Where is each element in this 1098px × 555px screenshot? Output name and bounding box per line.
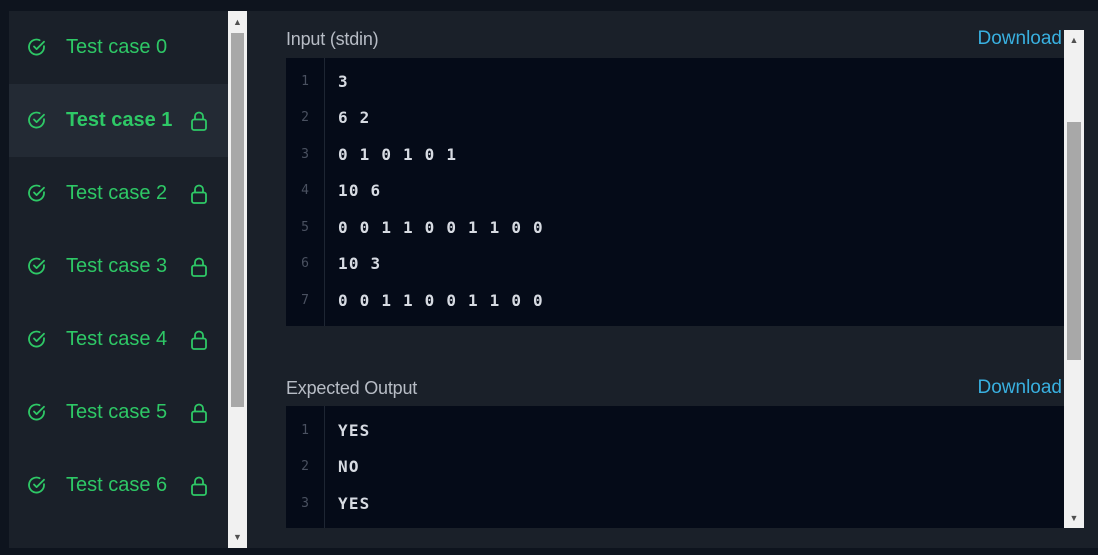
code-line: 1 3 [286, 68, 1064, 98]
check-circle-icon [28, 38, 45, 56]
code-text: YES [338, 421, 371, 440]
code-text: 0 0 1 1 0 0 1 1 0 0 [338, 291, 544, 310]
test-case-label: Test case 0 [66, 36, 168, 58]
code-line: 4 10 6 [286, 177, 1064, 207]
line-number: 6 [301, 256, 309, 271]
sidebar-scrollbar[interactable]: ▲ ▼ [228, 11, 247, 548]
code-line: 6 10 3 [286, 250, 1064, 280]
code-text: 0 0 1 1 0 0 1 1 0 0 [338, 218, 544, 237]
details-scrollbar[interactable]: ▲ ▼ [1064, 30, 1084, 528]
test-case-label: Test case 5 [66, 401, 168, 423]
expected-output-title: Expected Output [286, 378, 418, 398]
line-number: 7 [301, 293, 309, 308]
test-case-item-5[interactable]: Test case 5 [9, 376, 228, 449]
code-text: 10 3 [338, 254, 382, 273]
code-line: 3 YES [286, 490, 1064, 520]
test-case-list: Test case 0 Test case 1 Test case 2 Test… [9, 11, 228, 548]
code-line: 3 0 1 0 1 0 1 [286, 141, 1064, 171]
lock-icon [191, 476, 207, 496]
lock-icon [191, 111, 207, 131]
input-code-block: 1 3 2 6 2 3 0 1 0 1 0 1 4 10 6 5 0 0 1 1… [286, 58, 1064, 326]
check-circle-icon [28, 257, 45, 275]
test-case-label: Test case 3 [66, 255, 168, 277]
test-case-item-4[interactable]: Test case 4 [9, 303, 228, 376]
lock-icon [191, 184, 207, 204]
lock-icon [191, 403, 207, 423]
check-circle-icon [28, 111, 45, 129]
code-line: 5 0 0 1 1 0 0 1 1 0 0 [286, 214, 1064, 244]
code-text: NO [338, 457, 360, 476]
input-download-link[interactable]: Download [978, 28, 1063, 50]
code-text: YES [338, 494, 371, 513]
test-case-details: Input (stdin) Download 1 3 2 6 2 3 0 1 0… [247, 11, 1064, 548]
code-line: 7 0 0 1 1 0 0 1 1 0 0 [286, 287, 1064, 317]
input-section-title: Input (stdin) [286, 29, 379, 49]
line-number: 1 [301, 423, 309, 438]
scroll-down-arrow-icon[interactable]: ▼ [1064, 509, 1084, 527]
line-number: 1 [301, 74, 309, 89]
check-circle-icon [28, 476, 45, 494]
code-text: 10 6 [338, 181, 382, 200]
test-case-item-1[interactable]: Test case 1 [9, 84, 228, 157]
test-case-label: Test case 1 [66, 109, 173, 131]
code-line: 1 YES [286, 417, 1064, 447]
check-circle-icon [28, 330, 45, 348]
scroll-up-arrow-icon[interactable]: ▲ [1064, 31, 1084, 49]
line-number: 3 [301, 496, 309, 511]
line-number: 5 [301, 220, 309, 235]
code-text: 3 [338, 72, 349, 91]
test-case-item-3[interactable]: Test case 3 [9, 230, 228, 303]
check-circle-icon [28, 403, 45, 421]
output-download-link[interactable]: Download [978, 377, 1063, 399]
line-number: 2 [301, 110, 309, 125]
lock-icon [191, 257, 207, 277]
scrollbar-thumb[interactable] [1067, 122, 1081, 360]
test-case-item-0[interactable]: Test case 0 [9, 11, 228, 84]
check-circle-icon [28, 184, 45, 202]
output-code-block: 1 YES 2 NO 3 YES [286, 406, 1064, 528]
test-case-label: Test case 4 [66, 328, 168, 350]
code-line: 2 6 2 [286, 104, 1064, 134]
line-number: 2 [301, 459, 309, 474]
code-text: 6 2 [338, 108, 371, 127]
lock-icon [191, 330, 207, 350]
line-number: 3 [301, 147, 309, 162]
test-case-item-2[interactable]: Test case 2 [9, 157, 228, 230]
scroll-up-arrow-icon[interactable]: ▲ [228, 13, 247, 31]
scroll-down-arrow-icon[interactable]: ▼ [228, 528, 247, 546]
test-case-label: Test case 2 [66, 182, 168, 204]
test-case-label: Test case 6 [66, 474, 168, 496]
code-text: 0 1 0 1 0 1 [338, 145, 458, 164]
code-line: 2 NO [286, 453, 1064, 483]
test-case-item-6[interactable]: Test case 6 [9, 449, 228, 522]
scrollbar-thumb[interactable] [231, 33, 244, 407]
line-number: 4 [301, 183, 309, 198]
